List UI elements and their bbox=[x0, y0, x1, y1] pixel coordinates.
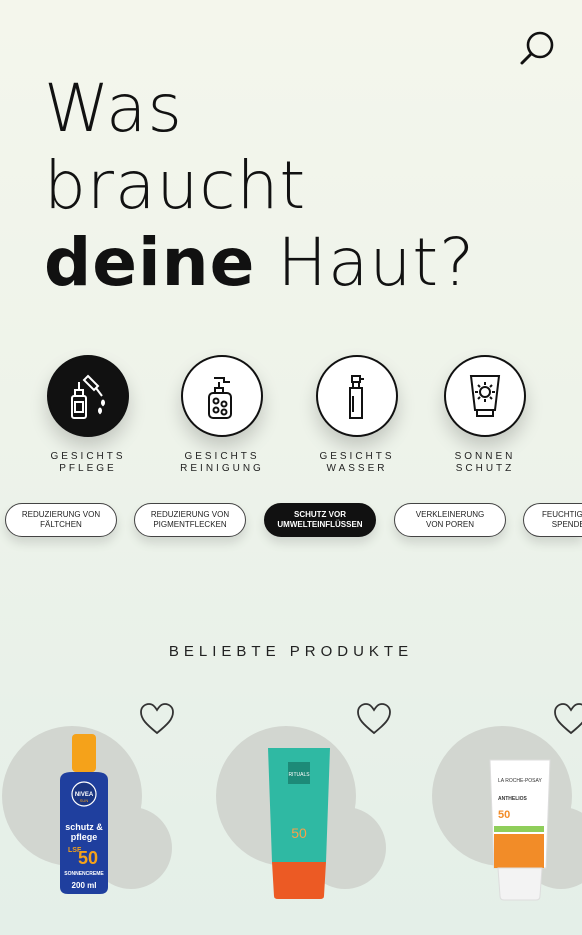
headline-line-1: Was bbox=[44, 70, 183, 147]
svg-text:pflege: pflege bbox=[71, 832, 98, 842]
product-card[interactable]: RITUALS 50 bbox=[214, 700, 414, 935]
spf-text: 50 bbox=[291, 825, 307, 841]
product-card[interactable]: LA ROCHE-POSAY ANTHELIOS 50 bbox=[430, 700, 582, 935]
search-icon bbox=[520, 31, 554, 65]
category-gesichtswasser[interactable]: GESICHTS WASSER bbox=[297, 355, 417, 475]
favorite-button[interactable] bbox=[138, 702, 176, 736]
category-gesichtsreinigung[interactable]: GESICHTS REINIGUNG bbox=[162, 355, 282, 475]
brand-text: RITUALS bbox=[288, 772, 310, 778]
product-image-rituals: RITUALS 50 bbox=[268, 748, 330, 899]
spf-text: 50 bbox=[78, 848, 98, 868]
category-icon-circle bbox=[181, 355, 263, 437]
product-line-text: ANTHELIOS bbox=[498, 796, 528, 802]
product-image-nivea: NIVEA SUN schutz & pflege LSF 50 SONNENC… bbox=[60, 734, 108, 894]
heart-icon bbox=[554, 703, 582, 735]
pump-bottle-icon bbox=[208, 377, 232, 419]
page-headline: Was braucht deine Haut? bbox=[44, 70, 475, 301]
category-label: GESICHTS REINIGUNG bbox=[180, 451, 264, 474]
product-card[interactable]: NIVEA SUN schutz & pflege LSF 50 SONNENC… bbox=[0, 700, 200, 935]
section-title: BELIEBTE PRODUKTE bbox=[168, 643, 414, 660]
category-label: GESICHTS PFLEGE bbox=[50, 451, 126, 474]
headline-bold-word: deine bbox=[44, 224, 256, 301]
sunscreen-tube-icon bbox=[469, 375, 501, 417]
filter-chip-poren[interactable]: VERKLEINERUNG VON POREN bbox=[394, 503, 506, 537]
category-label: SONNEN SCHUTZ bbox=[454, 451, 516, 474]
dropper-bottle-icon bbox=[71, 374, 105, 419]
brand-text: LA ROCHE-POSAY bbox=[498, 778, 542, 784]
favorite-button[interactable] bbox=[355, 702, 393, 736]
heart-icon bbox=[140, 703, 174, 735]
spray-bottle-icon bbox=[349, 375, 364, 419]
category-icon-circle bbox=[47, 355, 129, 437]
volume-text: 200 ml bbox=[72, 881, 97, 890]
spf-text: 50 bbox=[498, 809, 510, 821]
filter-chip-umwelteinfluesse[interactable]: SCHUTZ VOR UMWELTEINFLÜSSEN bbox=[264, 503, 376, 537]
heart-icon bbox=[357, 703, 391, 735]
headline-line-3: deine Haut? bbox=[44, 224, 475, 301]
brand-sub-text: SUN bbox=[80, 798, 89, 803]
filter-chip-faeltchen[interactable]: REDUZIERUNG VON FÄLTCHEN bbox=[5, 503, 117, 537]
svg-text:schutz &: schutz & bbox=[65, 822, 103, 832]
category-label: GESICHTS WASSER bbox=[319, 451, 395, 474]
product-type-text: SONNENCREME bbox=[64, 871, 104, 877]
product-image-la-roche-posay: LA ROCHE-POSAY ANTHELIOS 50 bbox=[489, 759, 551, 901]
category-gesichtspflege[interactable]: GESICHTS PFLEGE bbox=[28, 355, 148, 475]
filter-chip-pigmentflecken[interactable]: REDUZIERUNG VON PIGMENTFLECKEN bbox=[134, 503, 246, 537]
category-icon-circle bbox=[316, 355, 398, 437]
headline-line-2: braucht bbox=[44, 147, 307, 224]
category-icon-circle bbox=[444, 355, 526, 437]
filter-chip-feuchtigkeit[interactable]: FEUCHTIGKEITS SPENDEND bbox=[523, 503, 582, 537]
search-button[interactable] bbox=[516, 26, 560, 70]
category-sonnenschutz[interactable]: SONNEN SCHUTZ bbox=[425, 355, 545, 475]
favorite-button[interactable] bbox=[552, 702, 582, 736]
headline-line-3-rest: Haut? bbox=[255, 224, 476, 301]
